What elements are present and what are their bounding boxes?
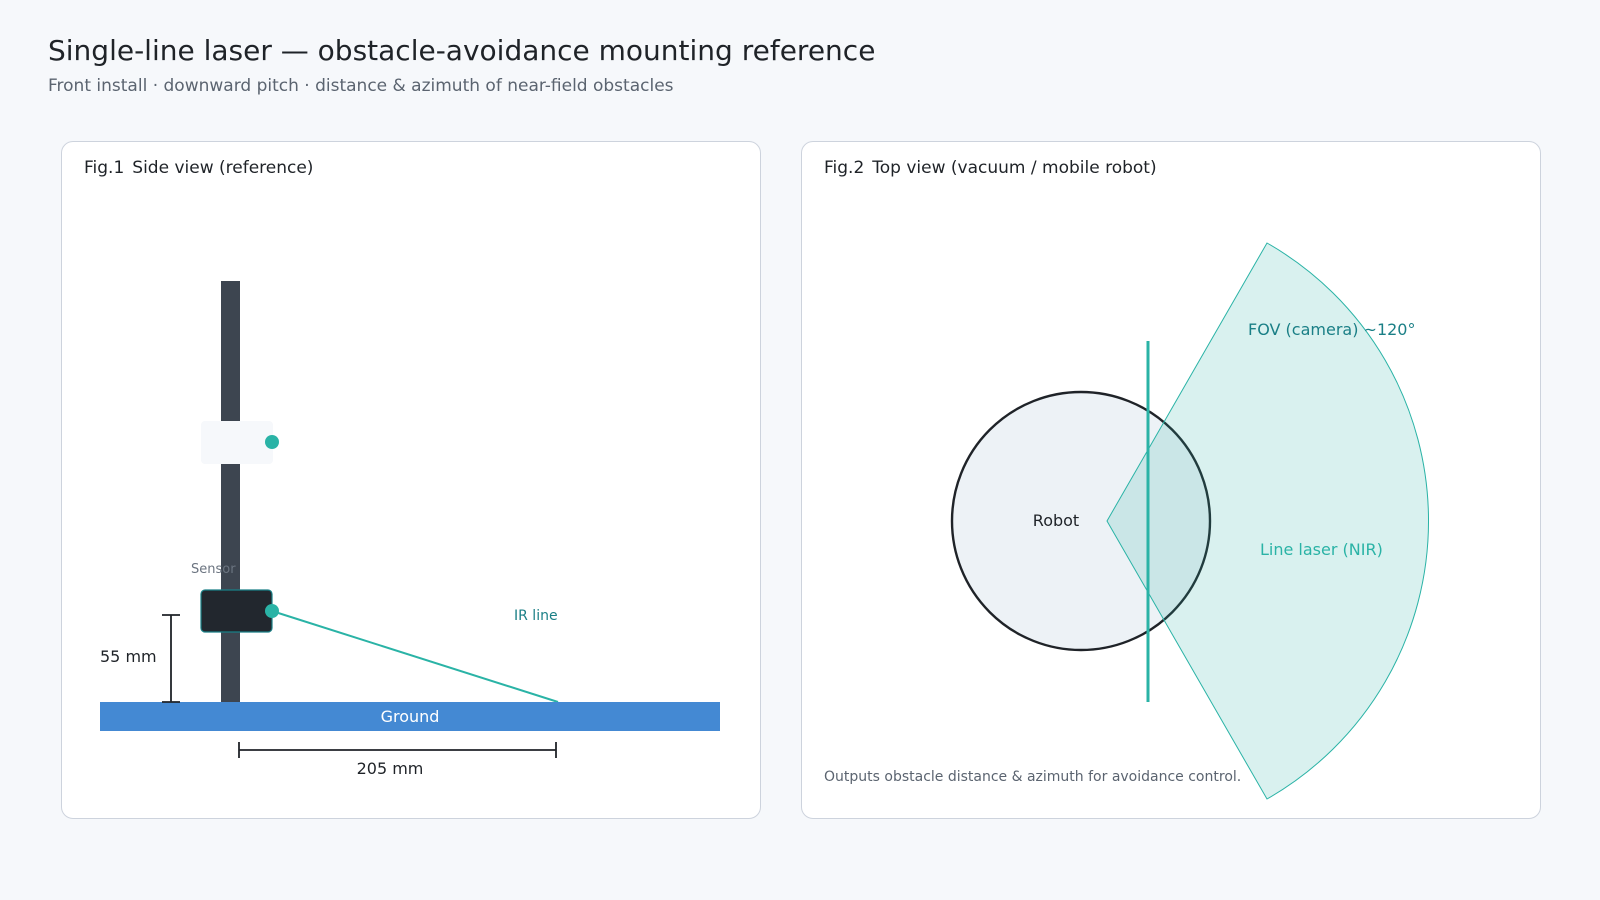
ground-label: Ground bbox=[381, 707, 440, 726]
side-view-panel: Fig.1 Side view (reference) Sensor IR lin… bbox=[61, 141, 761, 819]
sensor-body bbox=[200, 589, 273, 633]
ir-line bbox=[271, 610, 559, 703]
upper-mount-bracket bbox=[201, 421, 273, 464]
distance-dimension-label: 205 mm bbox=[357, 759, 424, 778]
side-view-diagram: Sensor IR line Ground 55 mm 205 mm bbox=[100, 281, 720, 778]
laser-emitter-dot bbox=[265, 604, 279, 618]
robot-label: Robot bbox=[1033, 511, 1079, 530]
page-title: Single-line laser — obstacle-avoidance m… bbox=[48, 34, 876, 67]
ir-line-label: IR line bbox=[514, 608, 558, 624]
fig2-footnote: Outputs obstacle distance & azimuth for … bbox=[824, 769, 1241, 785]
top-view-panel: Fig.2 Top view (vacuum / mobile robot) Ro… bbox=[801, 141, 1541, 819]
sensor-label: Sensor bbox=[191, 562, 236, 577]
line-laser-label: Line laser (NIR) bbox=[1260, 540, 1383, 559]
fov-label: FOV (camera) ~120° bbox=[1248, 320, 1415, 339]
top-view-diagram: Robot FOV (camera) ~120° Line laser (NIR… bbox=[824, 242, 1430, 800]
page-subtitle: Front install · downward pitch · distanc… bbox=[48, 76, 674, 96]
mounting-pole bbox=[221, 281, 240, 702]
height-dimension-label: 55 mm bbox=[100, 647, 157, 666]
upper-emitter-dot bbox=[265, 435, 279, 449]
sensor-label-mask bbox=[240, 560, 260, 580]
